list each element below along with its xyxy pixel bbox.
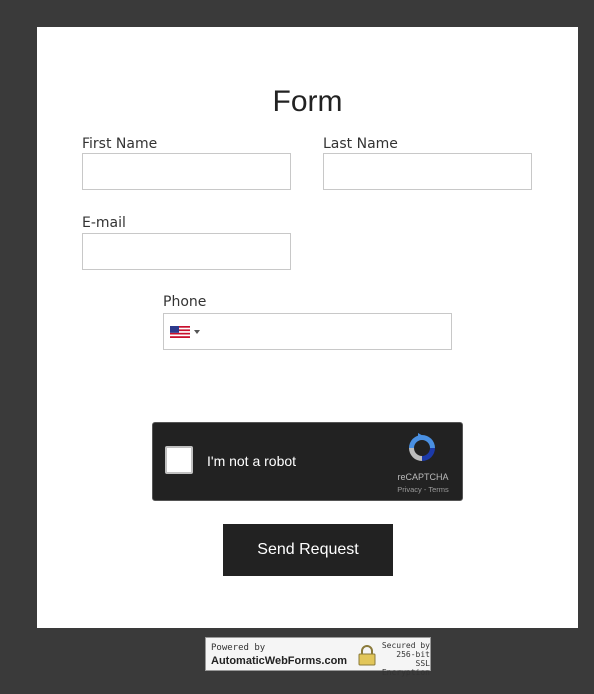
email-input[interactable] (82, 233, 291, 270)
country-selector[interactable] (170, 325, 200, 339)
last-name-input[interactable] (323, 153, 532, 190)
phone-label: Phone (163, 294, 207, 310)
last-name-label: Last Name (323, 136, 398, 152)
recaptcha-logo-icon (409, 433, 435, 461)
ssl-line-2: 256-bit SSL (396, 650, 430, 668)
first-name-label: First Name (82, 136, 158, 152)
us-flag-icon (170, 326, 190, 338)
send-request-button[interactable]: Send Request (223, 524, 393, 576)
recaptcha-label: I'm not a robot (207, 453, 297, 469)
padlock-icon (358, 645, 376, 666)
first-name-input[interactable] (82, 153, 291, 190)
chevron-down-icon (194, 330, 200, 334)
recaptcha-links: Privacy - Terms (383, 485, 463, 494)
powered-by-text: Powered by (211, 643, 266, 653)
form-title: Form (272, 85, 343, 118)
phone-field (163, 313, 452, 351)
email-label: E-mail (82, 215, 126, 231)
recaptcha-widget: I'm not a robot reCAPTCHA Privacy - Term… (152, 422, 463, 501)
powered-by-badge[interactable]: Powered by AutomaticWebForms.com Secured… (205, 637, 431, 677)
recaptcha-brand: reCAPTCHA (397, 472, 449, 482)
ssl-text: Secured by 256-bit SSL Encryption (378, 641, 430, 677)
privacy-link[interactable]: Privacy (397, 485, 422, 494)
form-card: Form First Name Last Name E-mail Phone I… (37, 27, 578, 628)
site-name: AutomaticWebForms.com (211, 655, 348, 667)
phone-input[interactable] (208, 314, 452, 351)
recaptcha-checkbox[interactable] (165, 446, 193, 474)
terms-link[interactable]: Terms (428, 485, 448, 494)
ssl-line-3: Encryption (381, 668, 430, 677)
ssl-line-1: Secured by (381, 641, 430, 650)
